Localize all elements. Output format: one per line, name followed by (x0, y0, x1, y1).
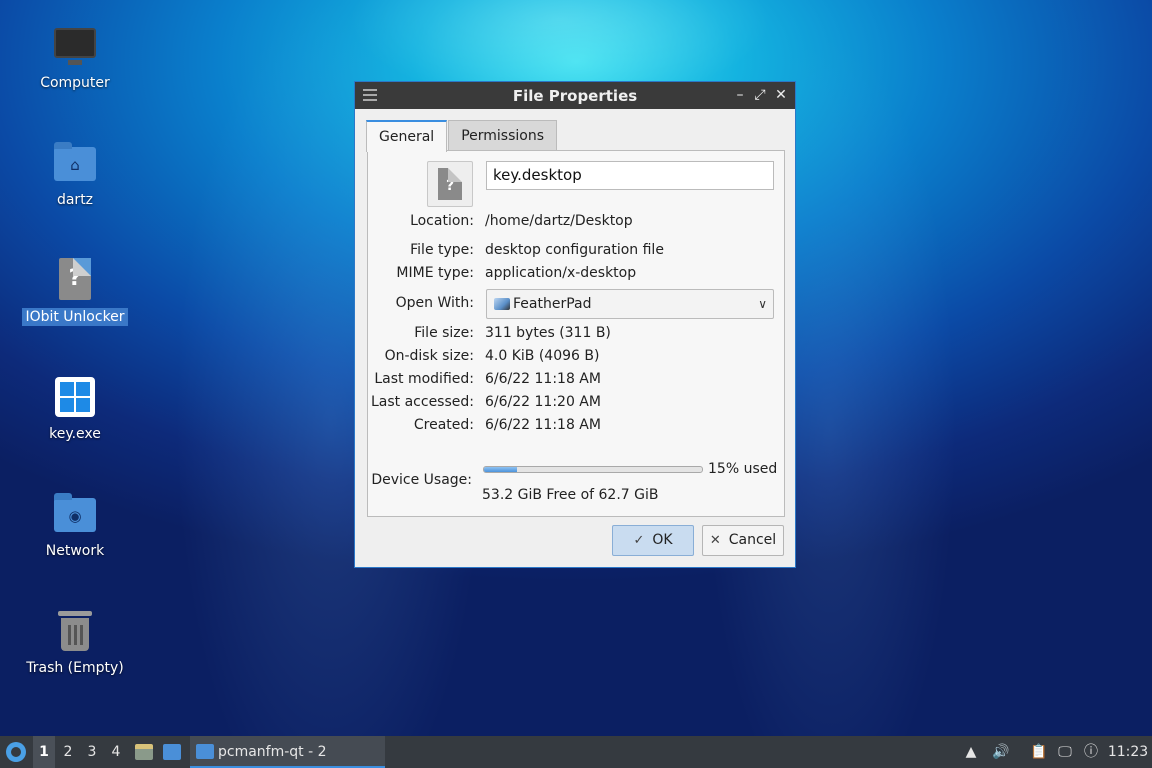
clock[interactable]: 11:23 (1106, 736, 1150, 768)
file-type-label: File type: (410, 242, 474, 258)
desktop-icon (163, 744, 181, 760)
tab-bar: General Permissions (366, 120, 557, 152)
ok-label: OK (652, 532, 673, 548)
workspace-3[interactable]: 3 (81, 736, 103, 768)
open-with-dropdown[interactable]: FeatherPad ∨ (486, 289, 774, 319)
windows-logo-icon (51, 373, 99, 421)
trash-icon (51, 607, 99, 655)
desktop-icon-label: dartz (56, 192, 94, 208)
volume-button[interactable]: 🔊 (988, 736, 1014, 768)
desktop-icon-computer[interactable]: Computer (15, 22, 135, 92)
dialog-titlebar[interactable]: File Properties – ⤢ ✕ (355, 82, 795, 109)
mime-type-value: application/x-desktop (485, 265, 637, 281)
computer-icon (51, 22, 99, 70)
cancel-button[interactable]: ✕ Cancel (702, 525, 784, 556)
network-monitor-icon: 🖵 (1058, 744, 1072, 760)
task-label: pcmanfm-qt - 2 windo… (218, 744, 327, 760)
lxqt-logo-icon (6, 742, 26, 762)
network-folder-icon: ◉ (51, 490, 99, 538)
workspace-2[interactable]: 2 (57, 736, 79, 768)
mime-type-row: MIME type: application/x-desktop (368, 265, 786, 285)
desktop-icon-iobit-unlocker[interactable]: ? IObit Unlocker (15, 256, 135, 326)
cancel-label: Cancel (728, 532, 777, 548)
workspace-4[interactable]: 4 (105, 736, 127, 768)
device-usage-label: Device Usage: (371, 472, 472, 488)
file-name-input[interactable]: key.desktop (486, 161, 774, 190)
tab-general[interactable]: General (366, 120, 448, 152)
notifications-button[interactable]: ⓘ (1078, 736, 1104, 768)
desktop-icon-home-folder[interactable]: ⌂ dartz (15, 139, 135, 209)
disk-size-label: On-disk size: (384, 348, 474, 364)
folder-icon (196, 744, 214, 759)
ok-button[interactable]: ✓ OK (612, 525, 694, 556)
desktop-icon-label: Computer (40, 75, 110, 91)
taskbar-window-pcmanfm[interactable]: pcmanfm-qt - 2 windo… (190, 736, 385, 768)
file-size-value: 311 bytes (311 B) (485, 325, 611, 341)
device-usage-percent: 15% used (708, 461, 778, 477)
show-desktop-button[interactable] (160, 736, 182, 768)
device-usage-fill (484, 467, 517, 472)
file-size-label: File size: (414, 325, 474, 341)
taskbar: 1 2 3 4 pcmanfm-qt - 2 windo… ▲ 🔊 📋 🖵 ⓘ … (0, 736, 1152, 768)
file-manager-icon (135, 744, 153, 760)
open-with-label: Open With: (395, 295, 474, 311)
chevron-up-icon: ▲ (965, 744, 977, 760)
file-manager-launcher[interactable] (132, 736, 154, 768)
desktop-icon-label: Network (45, 543, 105, 559)
unknown-file-icon: ? (51, 256, 99, 304)
location-value: /home/dartz/Desktop (485, 213, 633, 229)
close-button[interactable]: ✕ (772, 86, 790, 104)
featherpad-icon (494, 298, 510, 310)
workspace-1[interactable]: 1 (33, 736, 55, 768)
speaker-icon: 🔊 (992, 744, 1010, 760)
accessed-value: 6/6/22 11:20 AM (485, 394, 601, 410)
file-type-row: File type: desktop configuration file (368, 242, 786, 262)
modified-value: 6/6/22 11:18 AM (485, 371, 601, 387)
location-label: Location: (410, 213, 474, 229)
desktop-icon-trash[interactable]: Trash (Empty) (15, 607, 135, 677)
created-value: 6/6/22 11:18 AM (485, 417, 601, 433)
unknown-file-icon: ? (438, 168, 462, 200)
modified-label: Last modified: (374, 371, 474, 387)
desktop-icon-label: key.exe (49, 426, 101, 442)
clipboard-button[interactable]: 📋 (1026, 736, 1052, 768)
file-size-row: File size: 311 bytes (311 B) (368, 325, 786, 345)
device-free-space: 53.2 GiB Free of 62.7 GiB (482, 487, 659, 503)
disk-size-value: 4.0 KiB (4096 B) (485, 348, 600, 364)
maximize-button[interactable]: ⤢ (751, 86, 769, 104)
desktop-icon-label: Trash (Empty) (26, 660, 124, 676)
dialog-title: File Properties (512, 87, 638, 105)
clipboard-icon: 📋 (1030, 744, 1048, 760)
modified-row: Last modified: 6/6/22 11:18 AM (368, 371, 786, 391)
minimize-button[interactable]: – (731, 86, 749, 104)
created-row: Created: 6/6/22 11:18 AM (368, 417, 786, 437)
home-folder-icon: ⌂ (51, 139, 99, 187)
desktop-icon-label: IObit Unlocker (22, 308, 128, 326)
accessed-label: Last accessed: (370, 394, 474, 410)
tab-permissions[interactable]: Permissions (448, 120, 557, 151)
file-type-value: desktop configuration file (485, 242, 664, 258)
notification-icon: ⓘ (1084, 744, 1098, 760)
accessed-row: Last accessed: 6/6/22 11:20 AM (368, 394, 786, 414)
device-usage-bar (483, 466, 703, 473)
location-row: Location: /home/dartz/Desktop (368, 213, 786, 233)
chevron-down-icon: ∨ (758, 297, 767, 311)
created-label: Created: (413, 417, 474, 433)
disk-size-row: On-disk size: 4.0 KiB (4096 B) (368, 348, 786, 368)
start-menu-button[interactable] (4, 736, 28, 768)
tray-expand-button[interactable]: ▲ (958, 736, 984, 768)
file-icon-button[interactable]: ? (427, 161, 473, 207)
desktop-icon-key-exe[interactable]: key.exe (15, 373, 135, 443)
open-with-selected: FeatherPad (513, 296, 592, 312)
desktop-icon-network[interactable]: ◉ Network (15, 490, 135, 560)
checkmark-icon: ✓ (633, 533, 645, 548)
network-button[interactable]: 🖵 (1052, 736, 1078, 768)
general-tab-panel: ? key.desktop Location: /home/dartz/Desk… (367, 150, 785, 517)
mime-type-label: MIME type: (396, 265, 474, 281)
file-properties-dialog: File Properties – ⤢ ✕ General Permission… (354, 81, 796, 568)
close-icon: ✕ (709, 533, 721, 548)
